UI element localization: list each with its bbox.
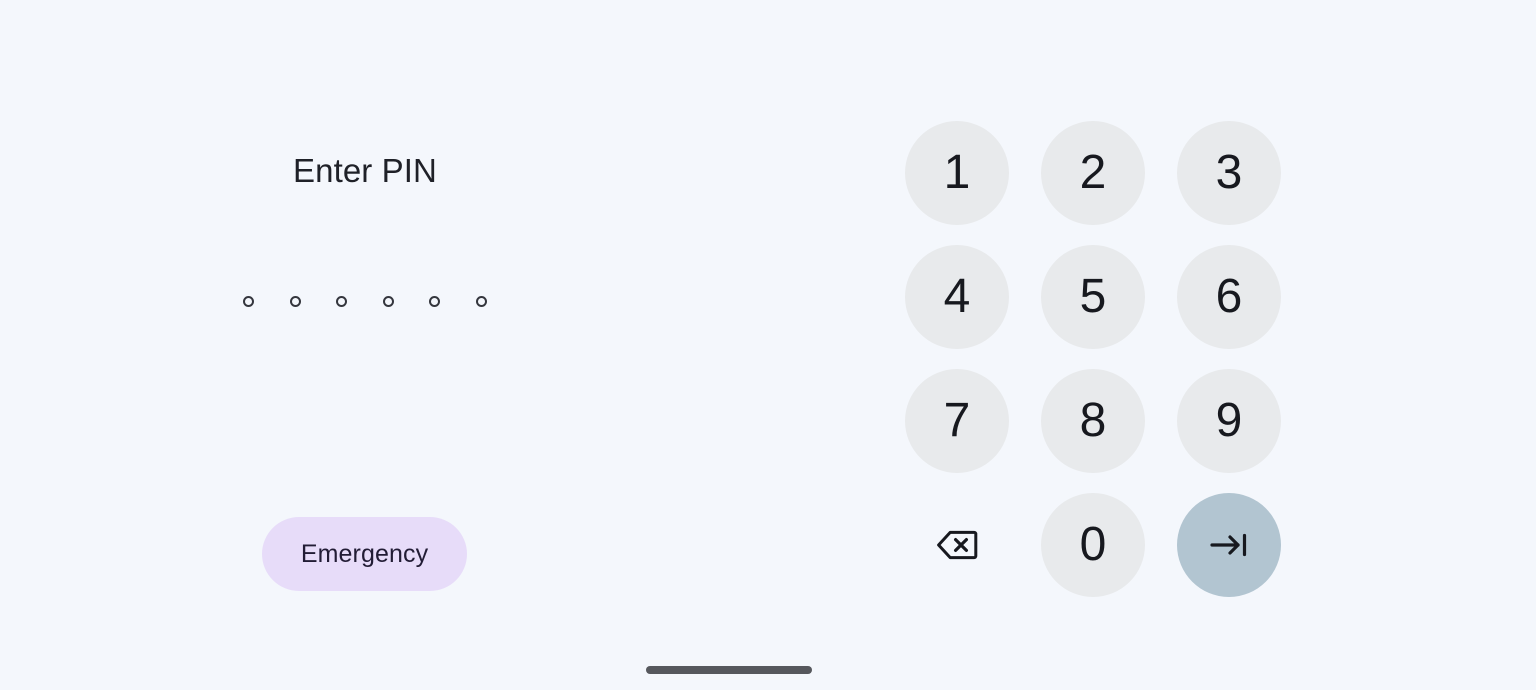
key-label: 8	[1079, 394, 1107, 447]
pin-dot	[289, 296, 301, 307]
pin-dot	[336, 296, 348, 307]
key-6[interactable]: 6	[1177, 245, 1281, 349]
key-label: 1	[943, 146, 971, 199]
key-label: 2	[1079, 146, 1107, 199]
pin-dot	[475, 296, 487, 307]
pin-dot	[243, 296, 255, 307]
key-8[interactable]: 8	[1041, 369, 1145, 473]
home-indicator[interactable]	[646, 666, 812, 674]
key-label: 9	[1215, 394, 1243, 447]
key-label: 5	[1079, 270, 1107, 323]
key-label: 7	[943, 394, 971, 447]
enter-icon	[1208, 531, 1250, 559]
key-3[interactable]: 3	[1177, 121, 1281, 225]
pin-dot-indicator	[0, 296, 730, 307]
pin-entry-panel: Enter PIN Emergency	[0, 0, 730, 690]
key-label: 6	[1215, 270, 1243, 323]
key-5[interactable]: 5	[1041, 245, 1145, 349]
key-4[interactable]: 4	[905, 245, 1009, 349]
backspace-icon	[936, 529, 978, 561]
emergency-button[interactable]: Emergency	[262, 517, 467, 591]
emergency-button-label: Emergency	[300, 539, 429, 568]
key-9[interactable]: 9	[1177, 369, 1281, 473]
pin-lock-screen: Enter PIN Emergency 1 2 3 4 5 6 7 8 9 0	[0, 0, 1536, 690]
pin-dot	[382, 296, 394, 307]
enter-button[interactable]	[1177, 493, 1281, 597]
backspace-button[interactable]	[905, 493, 1009, 597]
key-1[interactable]: 1	[905, 121, 1009, 225]
key-2[interactable]: 2	[1041, 121, 1145, 225]
key-7[interactable]: 7	[905, 369, 1009, 473]
page-title: Enter PIN	[293, 152, 437, 189]
key-label: 4	[943, 270, 971, 323]
key-label: 3	[1215, 146, 1243, 199]
key-0[interactable]: 0	[1041, 493, 1145, 597]
pin-dot	[429, 296, 441, 307]
key-label: 0	[1079, 518, 1107, 571]
pin-keypad: 1 2 3 4 5 6 7 8 9 0	[905, 121, 1283, 597]
